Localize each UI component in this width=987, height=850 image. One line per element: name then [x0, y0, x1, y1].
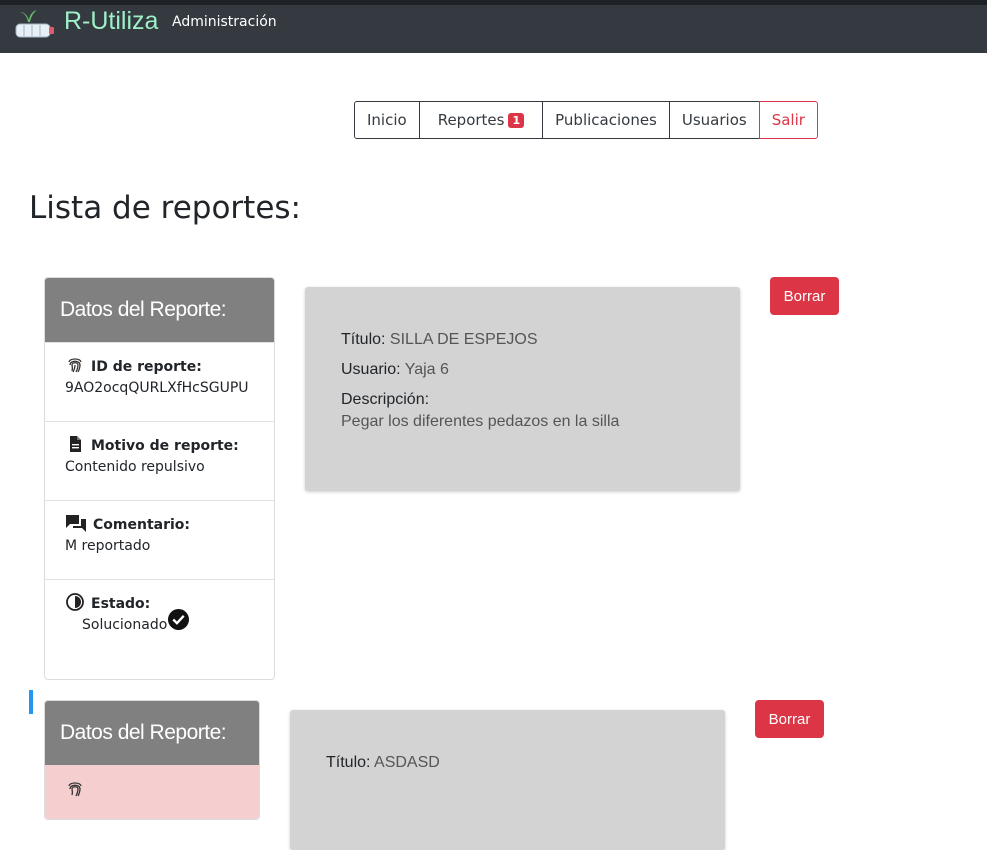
publication-description-value: Pegar los diferentes pedazos en la silla	[341, 413, 620, 430]
section-label: Administración	[172, 14, 277, 30]
nav-usuarios-label: Usuarios	[681, 111, 747, 129]
nav-salir-label: Salir	[771, 111, 805, 129]
publication-title-label-2: Título:	[326, 754, 371, 771]
publication-info-card: Título: SILLA DE ESPEJOS Usuario: Yaja 6…	[305, 287, 740, 491]
publication-title-row-2: Título: ASDASD	[326, 754, 725, 772]
scroll-position-marker	[29, 690, 33, 714]
publication-title-row: Título: SILLA DE ESPEJOS	[341, 331, 740, 349]
report-comment-value: M reportado	[65, 538, 151, 554]
publication-description-label: Descripción:	[341, 391, 430, 408]
publication-title-value: SILLA DE ESPEJOS	[389, 331, 538, 348]
reportes-count-badge: 1	[508, 112, 525, 128]
delete-report-button[interactable]: Borrar	[770, 277, 839, 315]
report-id-label: ID de reporte:	[91, 359, 202, 375]
navbar: R-Utiliza Administración	[0, 5, 987, 53]
report-id-value: 9AO2ocqQURLXfHcSGUPU	[65, 380, 249, 396]
nav-publicaciones[interactable]: Publicaciones	[542, 101, 670, 139]
publication-title-label: Título:	[341, 331, 386, 348]
brand-name[interactable]: R-Utiliza	[64, 7, 158, 36]
publication-description-row: Descripción: Pegar los diferentes pedazo…	[341, 391, 740, 431]
report-reason-value: Contenido repulsivo	[65, 459, 205, 475]
report-status-label: Estado:	[91, 596, 151, 612]
report-reason-section: Motivo de reporte: Contenido repulsivo	[45, 421, 274, 500]
recycle-bottle-logo-icon	[15, 10, 54, 38]
report-data-header-2: Datos del Reporte:	[45, 701, 259, 765]
delete-report-button-2[interactable]: Borrar	[755, 700, 824, 738]
report-status-value: Solucionado	[82, 617, 168, 633]
nav-inicio[interactable]: Inicio	[354, 101, 420, 139]
fingerprint-icon	[68, 358, 82, 373]
page-title: Lista de reportes:	[29, 190, 301, 226]
publication-user-row: Usuario: Yaja 6	[341, 361, 740, 379]
nav-reportes[interactable]: Reportes 1	[418, 101, 544, 139]
status-half-circle-icon	[66, 593, 84, 611]
chat-icon	[66, 515, 86, 532]
report-comment-section: Comentario: M reportado	[45, 500, 274, 579]
publication-title-value-2: ASDASD	[374, 754, 440, 771]
admin-nav: Inicio Reportes 1 Publicaciones Usuarios…	[354, 101, 818, 139]
publication-user-value: Yaja 6	[404, 361, 449, 378]
report-id-section: ID de reporte: 9AO2ocqQURLXfHcSGUPU	[45, 342, 274, 421]
nav-publicaciones-label: Publicaciones	[555, 111, 657, 129]
report-status-section: Estado: Solucionado	[45, 579, 274, 679]
report-reason-label: Motivo de reporte:	[91, 438, 239, 454]
report-comment-label: Comentario:	[93, 517, 191, 533]
nav-inicio-label: Inicio	[367, 111, 407, 129]
report-id-section-2	[45, 765, 259, 819]
document-icon	[70, 436, 81, 452]
check-circle-icon	[168, 608, 190, 630]
nav-reportes-label: Reportes	[437, 111, 505, 129]
report-data-card: Datos del Reporte: ID de reporte: 9AO2oc…	[44, 277, 275, 680]
nav-salir[interactable]: Salir	[758, 101, 818, 139]
nav-usuarios[interactable]: Usuarios	[668, 101, 760, 139]
fingerprint-icon	[68, 782, 82, 797]
publication-info-card-2: Título: ASDASD	[290, 710, 725, 850]
publication-user-label: Usuario:	[341, 361, 401, 378]
report-data-header: Datos del Reporte:	[45, 278, 274, 342]
report-data-card-2: Datos del Reporte:	[44, 700, 260, 820]
